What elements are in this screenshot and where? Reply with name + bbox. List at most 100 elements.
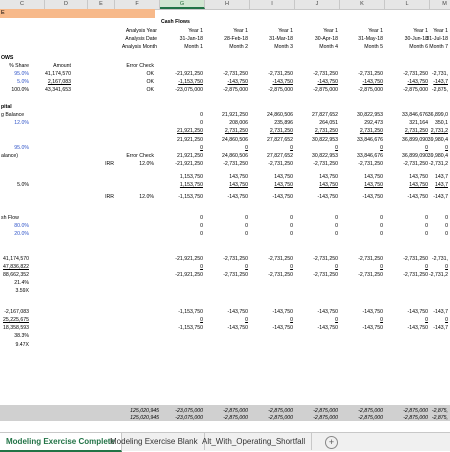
value-cell[interactable]: 2,731,250: [340, 127, 384, 135]
value-cell[interactable]: 39,980,4: [405, 152, 449, 160]
value-cell[interactable]: 143,750: [250, 181, 294, 189]
summary-cell[interactable]: 3.59X: [0, 287, 30, 295]
value-cell[interactable]: -2,731,250: [295, 255, 339, 263]
summary-cell[interactable]: 41,174,570: [0, 255, 30, 263]
value-cell[interactable]: 264,051: [295, 119, 339, 127]
value-cell[interactable]: 0: [405, 222, 449, 230]
value-cell[interactable]: -2,731,250: [295, 271, 339, 279]
analysis-year-label[interactable]: Analysis Year: [88, 27, 158, 35]
value-cell[interactable]: 292,473: [340, 119, 384, 127]
column-header-g[interactable]: G: [160, 0, 205, 9]
value-cell[interactable]: -2,731,250: [295, 160, 339, 168]
value-cell[interactable]: 0: [250, 222, 294, 230]
value-cell[interactable]: 2,731,250: [295, 127, 339, 135]
date-cell[interactable]: 31-Jul-18: [405, 35, 449, 43]
value-cell[interactable]: 350,1: [405, 119, 449, 127]
value-cell[interactable]: 143,750: [295, 181, 339, 189]
total-value-cell[interactable]: -23,075,000: [160, 414, 204, 422]
value-cell[interactable]: -2,731,250: [250, 160, 294, 168]
month-cell[interactable]: Month 4: [295, 43, 339, 51]
value-cell[interactable]: -143,750: [250, 78, 294, 86]
value-cell[interactable]: -2,731,250: [205, 255, 249, 263]
total-value-cell[interactable]: -2,875,000: [340, 414, 384, 422]
share-cell[interactable]: 5.0%: [0, 78, 30, 86]
pct-cell[interactable]: 5.0%: [0, 181, 30, 189]
summary-cell[interactable]: 21.4%: [0, 279, 30, 287]
value-cell[interactable]: -2,731,250: [205, 70, 249, 78]
date-cell[interactable]: 31-Mar-18: [250, 35, 294, 43]
column-header-h[interactable]: H: [205, 0, 250, 9]
column-header-i[interactable]: I: [250, 0, 295, 9]
error-check-cell[interactable]: OK: [110, 70, 155, 78]
value-cell[interactable]: 0: [295, 230, 339, 238]
value-cell[interactable]: -143,750: [205, 324, 249, 332]
value-cell[interactable]: 0: [160, 222, 204, 230]
value-cell[interactable]: 2,731,2: [405, 127, 449, 135]
month-cell[interactable]: Month 5: [340, 43, 384, 51]
value-cell[interactable]: 21,921,250: [160, 127, 204, 135]
value-cell[interactable]: 0: [340, 214, 384, 222]
value-cell[interactable]: 0: [340, 316, 384, 324]
value-cell[interactable]: 143,750: [340, 181, 384, 189]
value-cell[interactable]: 0: [250, 316, 294, 324]
value-cell[interactable]: -21,921,250: [160, 160, 204, 168]
value-cell[interactable]: 0: [205, 230, 249, 238]
value-cell[interactable]: -2,731,250: [340, 271, 384, 279]
value-cell[interactable]: -143,750: [205, 308, 249, 316]
value-cell[interactable]: -1,153,750: [160, 78, 204, 86]
value-cell[interactable]: -2,731,: [405, 70, 449, 78]
value-cell[interactable]: -143,750: [295, 324, 339, 332]
value-cell[interactable]: 2,731,250: [205, 127, 249, 135]
value-cell[interactable]: 208,006: [205, 119, 249, 127]
value-cell[interactable]: 0: [250, 230, 294, 238]
value-cell[interactable]: 0: [405, 144, 449, 152]
pct-cell[interactable]: 20.0%: [0, 230, 30, 238]
error-check-cell[interactable]: OK: [110, 86, 155, 94]
value-cell[interactable]: -2,875,000: [250, 86, 294, 94]
value-cell[interactable]: 0: [405, 316, 449, 324]
irr-label[interactable]: IRR: [88, 193, 115, 201]
value-cell[interactable]: 0: [405, 230, 449, 238]
value-cell[interactable]: 0: [295, 144, 339, 152]
month-cell[interactable]: Month 3: [250, 43, 294, 51]
tab-modeling-exercise-blank[interactable]: Modeling Exercise Blank: [104, 433, 205, 450]
share-header[interactable]: % Share: [0, 62, 30, 70]
value-cell[interactable]: 0: [340, 230, 384, 238]
spreadsheet-grid[interactable]: CDEFGHIJKLM E Cash Flows Analysis Year Yea…: [0, 0, 450, 432]
value-cell[interactable]: -143,750: [340, 324, 384, 332]
year-cell[interactable]: Year 1: [160, 27, 204, 35]
value-cell[interactable]: -143,750: [250, 193, 294, 201]
date-cell[interactable]: 31-Jan-18: [160, 35, 204, 43]
balance-label[interactable]: alance): [0, 152, 50, 160]
column-header-j[interactable]: J: [295, 0, 340, 9]
value-cell[interactable]: -2,731,250: [340, 160, 384, 168]
rate-cell[interactable]: 12.0%: [0, 119, 30, 127]
value-cell[interactable]: 0: [250, 214, 294, 222]
total-cell[interactable]: 125,020,945: [110, 414, 160, 422]
value-cell[interactable]: 143,750: [295, 173, 339, 181]
cash-flow-label[interactable]: sh Flow: [0, 214, 40, 222]
year-cell[interactable]: Year 1: [250, 27, 294, 35]
value-cell[interactable]: -143,750: [340, 308, 384, 316]
value-cell[interactable]: 0: [250, 144, 294, 152]
column-header-e[interactable]: E: [88, 0, 115, 9]
month-cell[interactable]: Month 1: [160, 43, 204, 51]
value-cell[interactable]: -2,875,000: [205, 86, 249, 94]
value-cell[interactable]: -2,875,000: [340, 86, 384, 94]
year-cell[interactable]: Year 1: [405, 27, 449, 35]
value-cell[interactable]: -143,750: [205, 193, 249, 201]
value-cell[interactable]: 24,860,506: [205, 152, 249, 160]
value-cell[interactable]: 143,750: [205, 173, 249, 181]
value-cell[interactable]: 0: [250, 263, 294, 271]
value-cell[interactable]: -143,750: [295, 78, 339, 86]
value-cell[interactable]: -143,7: [405, 193, 449, 201]
value-cell[interactable]: -21,921,250: [160, 70, 204, 78]
value-cell[interactable]: 21,921,250: [205, 111, 249, 119]
value-cell[interactable]: 0: [160, 144, 204, 152]
analysis-month-label[interactable]: Analysis Month: [88, 43, 158, 51]
value-cell[interactable]: 21,921,250: [160, 152, 204, 160]
value-cell[interactable]: 0: [160, 119, 204, 127]
value-cell[interactable]: -143,750: [340, 78, 384, 86]
error-check-cell[interactable]: OK: [110, 78, 155, 86]
month-cell[interactable]: Month 2: [205, 43, 249, 51]
